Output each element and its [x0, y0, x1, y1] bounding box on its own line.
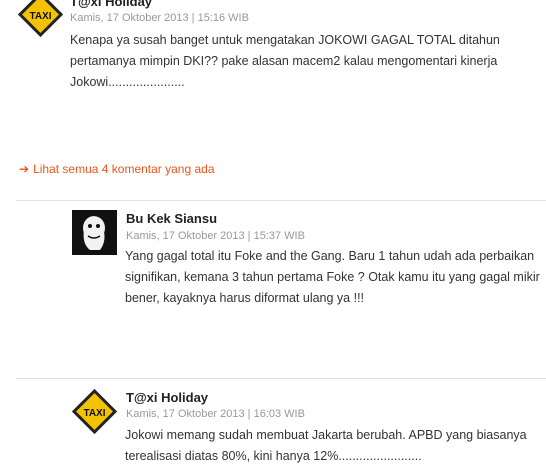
svg-text:TAXI: TAXI [83, 408, 105, 419]
reply-text: Yang gagal total itu Foke and the Gang. … [125, 249, 540, 305]
reply-author[interactable]: Bu Kek Siansu [126, 211, 217, 226]
divider [16, 378, 546, 379]
divider [16, 200, 546, 201]
taxi-sign-icon[interactable]: TAXI [17, 0, 64, 38]
see-all-comments-link[interactable]: ➔ Lihat semua 4 komentar yang ada [19, 162, 215, 176]
see-all-comments-label: Lihat semua 4 komentar yang ada [33, 162, 215, 176]
reply-date: Kamis, 17 Oktober 2013 | 16:03 WIB [126, 408, 305, 420]
comment-author[interactable]: T@xi Holiday [70, 0, 152, 9]
svg-text:TAXI: TAXI [29, 11, 51, 22]
reply-author[interactable]: T@xi Holiday [126, 390, 208, 405]
reply-text: Jokowi memang sudah membuat Jakarta beru… [125, 428, 527, 463]
cartoon-face-avatar[interactable] [72, 210, 117, 255]
comment-text: Kenapa ya susah banget untuk mengatakan … [70, 33, 500, 89]
comment-date: Kamis, 17 Oktober 2013 | 15:16 WIB [70, 12, 249, 24]
reply-date: Kamis, 17 Oktober 2013 | 15:37 WIB [126, 230, 305, 242]
taxi-sign-icon[interactable]: TAXI [71, 388, 118, 435]
arrow-right-icon: ➔ [19, 162, 30, 176]
